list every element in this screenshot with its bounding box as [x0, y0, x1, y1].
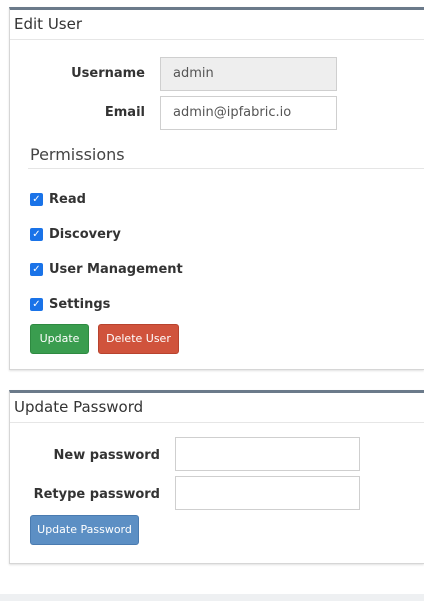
settings-checkbox[interactable]: ✓	[30, 297, 43, 311]
discovery-checkbox[interactable]: ✓	[30, 227, 43, 241]
permission-discovery[interactable]: ✓ Discovery	[30, 224, 121, 244]
update-password-panel: Update Password New password Retype pass…	[9, 390, 424, 564]
check-icon: ✓	[32, 263, 41, 275]
discovery-label: Discovery	[49, 226, 121, 242]
email-field[interactable]: admin@ipfabric.io	[160, 96, 337, 130]
new-password-field[interactable]	[175, 437, 360, 471]
permission-read[interactable]: ✓ Read	[30, 189, 86, 209]
footer-bar	[0, 594, 424, 601]
check-icon: ✓	[32, 298, 41, 310]
read-label: Read	[49, 191, 86, 207]
email-label: Email	[104, 105, 145, 120]
delete-user-button[interactable]: Delete User	[98, 324, 179, 354]
read-checkbox[interactable]: ✓	[30, 192, 43, 206]
new-password-label: New password	[53, 448, 160, 463]
permissions-title: Permissions	[30, 145, 125, 164]
retype-password-field[interactable]	[175, 476, 360, 510]
update-password-button[interactable]: Update Password	[30, 515, 139, 545]
update-button[interactable]: Update	[30, 324, 89, 354]
user-management-checkbox[interactable]: ✓	[30, 262, 43, 276]
permission-settings[interactable]: ✓ Settings	[30, 294, 110, 314]
update-password-title: Update Password	[10, 393, 424, 423]
username-field: admin	[160, 57, 337, 91]
edit-user-panel: Edit User Username admin Email admin@ipf…	[9, 7, 424, 370]
settings-label: Settings	[49, 296, 111, 312]
permissions-divider	[28, 168, 424, 169]
check-icon: ✓	[32, 228, 41, 240]
username-label: Username	[71, 66, 145, 81]
check-icon: ✓	[32, 193, 41, 205]
permission-user-management[interactable]: ✓ User Management	[30, 259, 183, 279]
user-management-label: User Management	[49, 261, 183, 277]
retype-password-label: Retype password	[33, 487, 160, 502]
edit-user-title: Edit User	[10, 10, 424, 40]
